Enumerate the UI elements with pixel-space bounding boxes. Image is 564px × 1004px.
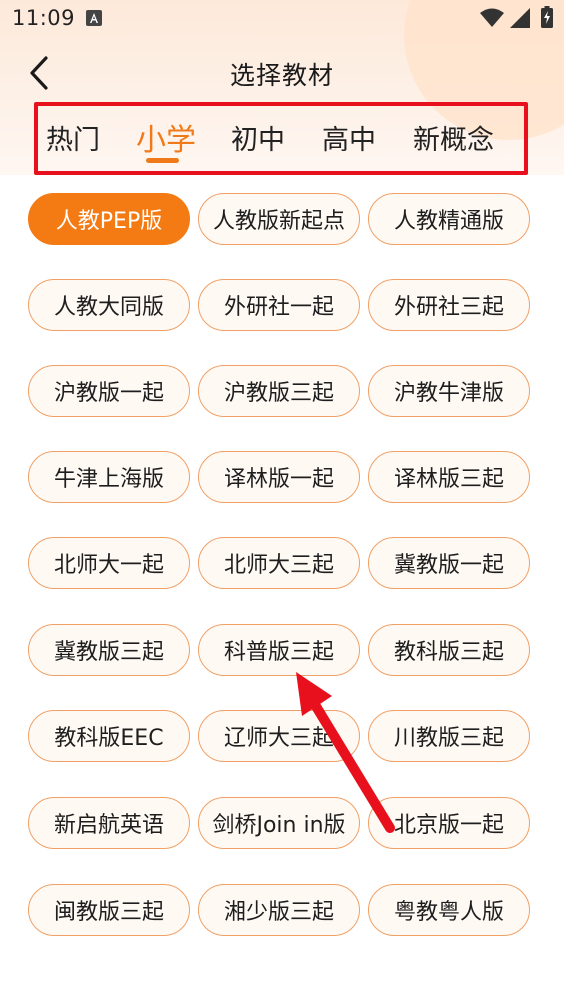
textbook-chip[interactable]: 剑桥Join in版 (198, 797, 360, 849)
textbook-chip[interactable]: 外研社三起 (368, 279, 530, 331)
page-title: 选择教材 (229, 61, 334, 90)
textbook-chip[interactable]: 牛津上海版 (28, 451, 190, 503)
textbook-chip[interactable]: 北师大一起 (28, 537, 190, 589)
textbook-chip[interactable]: 新启航英语 (28, 797, 190, 849)
textbook-chip[interactable]: 人教PEP版 (28, 193, 190, 245)
header: 选择教材 (0, 48, 564, 98)
battery-charging-icon (541, 6, 553, 28)
textbook-chip[interactable]: 冀教版一起 (368, 537, 530, 589)
textbook-chip[interactable]: 川教版三起 (368, 710, 530, 762)
annotation-highlight-box (34, 102, 528, 175)
textbook-chip[interactable]: 辽师大三起 (198, 710, 360, 762)
status-time: 11:09 (12, 6, 76, 30)
textbook-chip[interactable]: 人教版新起点 (198, 193, 360, 245)
textbook-chip[interactable]: 沪教版一起 (28, 365, 190, 417)
textbook-grid: 人教PEP版 人教版新起点 人教精通版 人教大同版 外研社一起 外研社三起 沪教… (0, 180, 564, 1000)
textbook-chip[interactable]: 沪教牛津版 (368, 365, 530, 417)
textbook-chip[interactable]: 北师大三起 (198, 537, 360, 589)
textbook-chip[interactable]: 译林版一起 (198, 451, 360, 503)
textbook-chip[interactable]: 粤教粤人版 (368, 884, 530, 936)
textbook-chip[interactable]: 科普版三起 (198, 624, 360, 676)
textbook-chip[interactable]: 外研社一起 (198, 279, 360, 331)
textbook-chip[interactable]: 北京版一起 (368, 797, 530, 849)
textbook-chip[interactable]: 闽教版三起 (28, 884, 190, 936)
textbook-chip[interactable]: 人教精通版 (368, 193, 530, 245)
wifi-icon (480, 8, 504, 27)
textbook-chip[interactable]: 译林版三起 (368, 451, 530, 503)
textbook-chip[interactable]: 湘少版三起 (198, 884, 360, 936)
status-bar: 11:09 (0, 0, 564, 40)
textbook-chip[interactable]: 教科版三起 (368, 624, 530, 676)
textbook-chip[interactable]: 冀教版三起 (28, 624, 190, 676)
a-badge-icon (86, 10, 102, 26)
textbook-chip[interactable]: 人教大同版 (28, 279, 190, 331)
signal-icon (510, 8, 530, 28)
textbook-chip[interactable]: 沪教版三起 (198, 365, 360, 417)
textbook-chip[interactable]: 教科版EEC (28, 710, 190, 762)
